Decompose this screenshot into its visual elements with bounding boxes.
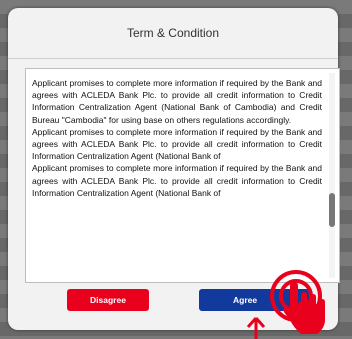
- arrow-up-icon: [246, 317, 266, 339]
- disagree-button[interactable]: Disagree: [67, 289, 149, 311]
- dialog-title: Term & Condition: [126, 26, 220, 40]
- terms-scroll-area[interactable]: Applicant promises to complete more info…: [25, 68, 340, 283]
- scrollbar-track[interactable]: [329, 73, 335, 278]
- scrollbar-thumb[interactable]: [329, 193, 335, 227]
- tap-gesture-icon: [270, 270, 325, 334]
- dialog-header: Term & Condition: [8, 8, 338, 59]
- terms-text: Applicant promises to complete more info…: [32, 78, 322, 198]
